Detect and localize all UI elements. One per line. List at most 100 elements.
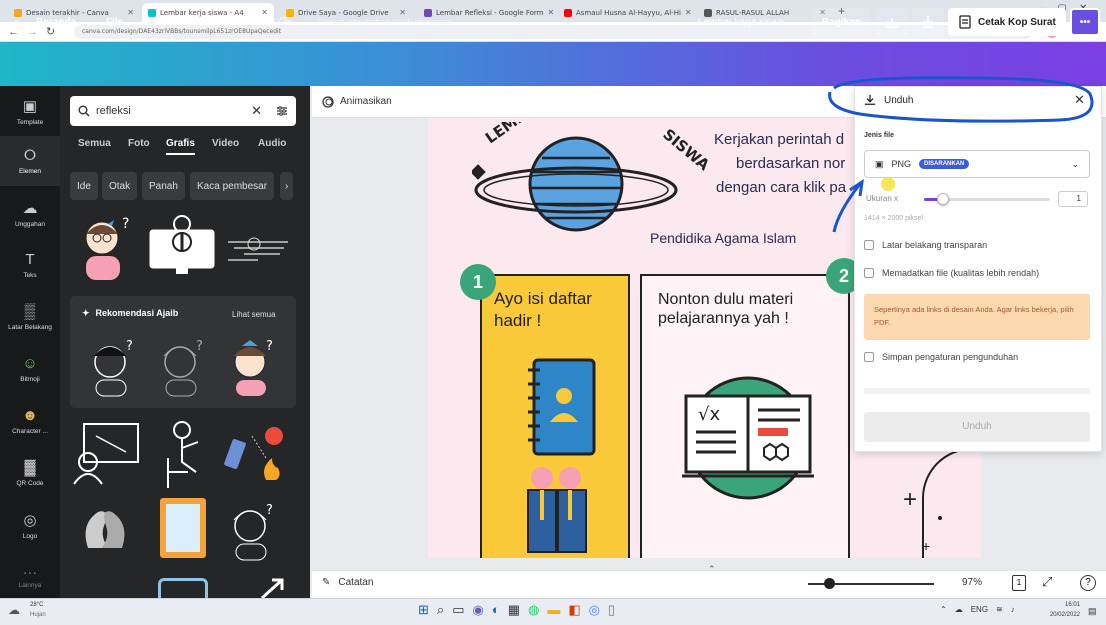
search-input[interactable]: refleksi ✕ bbox=[70, 96, 296, 126]
whatsapp-icon[interactable]: ◍ bbox=[528, 602, 539, 618]
weather-icon[interactable]: ☁ bbox=[8, 603, 20, 617]
filter-icon[interactable] bbox=[276, 105, 288, 117]
checkbox[interactable] bbox=[864, 352, 874, 362]
graphic-girl-outline-3[interactable]: ? bbox=[226, 496, 280, 562]
browser-tab[interactable]: Asmaul Husna Al-Hayyu, Al-Hi ✕ bbox=[558, 3, 694, 22]
clock-date[interactable]: 20/02/2022 bbox=[1040, 612, 1080, 618]
resize-button[interactable]: Ubah ukuran bbox=[152, 0, 213, 44]
youtube-icon bbox=[564, 8, 572, 17]
rail-item-template[interactable]: ▣ Template bbox=[0, 86, 60, 136]
wifi-icon[interactable]: ≋ bbox=[996, 605, 1003, 614]
rail-item-more[interactable]: … Lainnya bbox=[0, 550, 60, 600]
zoom-level[interactable]: 97% bbox=[962, 577, 982, 588]
save-settings-option[interactable]: Simpan pengaturan pengunduhan bbox=[864, 352, 1018, 362]
edge-icon[interactable]: ◐ bbox=[492, 602, 500, 618]
tab-semua[interactable]: Semua bbox=[78, 138, 111, 149]
more-options-button[interactable]: ••• bbox=[1070, 8, 1100, 36]
graphic-frame-partial[interactable] bbox=[158, 578, 208, 598]
close-icon[interactable]: ✕ bbox=[127, 8, 134, 17]
chevron-right-icon[interactable]: › bbox=[280, 172, 294, 200]
notes-button[interactable]: ✎ Catatan bbox=[322, 577, 373, 588]
help-button[interactable]: ? bbox=[1080, 575, 1096, 591]
suggestion-chip[interactable]: Kaca pembesar bbox=[190, 172, 275, 200]
rail-item-character[interactable]: ☻ Character ... bbox=[0, 396, 60, 446]
see-all-link[interactable]: Lihat semua bbox=[232, 310, 276, 319]
tab-audio[interactable]: Audio bbox=[258, 138, 286, 149]
text-icon: T bbox=[25, 251, 35, 268]
clear-icon[interactable]: ✕ bbox=[251, 103, 262, 119]
office-icon[interactable]: ◧ bbox=[568, 602, 580, 618]
graphic-teacher-board[interactable] bbox=[70, 420, 142, 486]
subject-title: Pendidika Agama Islam bbox=[650, 230, 797, 246]
graphic-girl-outline[interactable]: ? bbox=[86, 332, 140, 398]
folder-icon[interactable]: ▬ bbox=[547, 602, 560, 618]
onedrive-icon[interactable]: ☁ bbox=[955, 605, 963, 614]
step-1-text: Ayo isi daftar hadir ! bbox=[494, 289, 592, 330]
share-button[interactable]: Bagikan bbox=[812, 8, 871, 36]
rail-item-background[interactable]: ▒ Latar Belakang bbox=[0, 292, 60, 342]
animate-button[interactable]: Animasikan bbox=[340, 96, 392, 107]
graphic-person-chair[interactable] bbox=[154, 418, 212, 490]
fullscreen-icon[interactable]: ⤢ bbox=[1042, 574, 1052, 590]
design-page[interactable]: LEMB SISWA Kerjakan perintah d berdasark… bbox=[428, 118, 856, 558]
close-icon[interactable]: ✕ bbox=[547, 8, 554, 17]
file-menu-button[interactable]: File bbox=[106, 0, 123, 44]
volume-icon[interactable]: ♪ bbox=[1011, 605, 1015, 614]
chat-icon[interactable]: ◉ bbox=[472, 602, 483, 618]
tab-foto[interactable]: Foto bbox=[128, 138, 150, 149]
graphic-phone-fire[interactable] bbox=[222, 420, 292, 490]
search-icon[interactable]: ⌕ bbox=[437, 602, 444, 618]
zoom-slider-handle[interactable] bbox=[824, 578, 835, 589]
chevron-left-icon[interactable]: ‹ bbox=[14, 0, 17, 44]
download-button[interactable]: Unduh bbox=[864, 412, 1090, 442]
rail-item-teks[interactable]: T Teks bbox=[0, 240, 60, 290]
undo-icon[interactable]: ↶ bbox=[246, 0, 259, 44]
graphic-mirror[interactable] bbox=[156, 496, 210, 560]
download-icon[interactable] bbox=[912, 8, 944, 36]
print-button[interactable]: Cetak Kop Surat bbox=[948, 8, 1066, 36]
windows-start-icon[interactable]: ⊞ bbox=[418, 602, 429, 618]
rail-item-unggahan[interactable]: ☁ Unggahan bbox=[0, 188, 60, 238]
suggestion-chip[interactable]: Ide bbox=[70, 172, 98, 200]
clock-time[interactable]: 16:01 bbox=[1044, 602, 1080, 608]
graphic-girl-color[interactable]: ? bbox=[226, 332, 280, 398]
store-icon[interactable]: ▦ bbox=[508, 602, 520, 618]
document-title[interactable]: Lembar kerja siswa bbox=[698, 0, 784, 44]
language-indicator[interactable]: ENG bbox=[971, 605, 988, 614]
redo-icon[interactable]: ↷ bbox=[278, 0, 291, 44]
weather-temp[interactable]: 28°C bbox=[30, 602, 43, 608]
graphic-girl-outline-2[interactable]: ? bbox=[156, 332, 210, 398]
rail-label: Character ... bbox=[12, 428, 48, 435]
suggestion-chip[interactable]: Panah bbox=[142, 172, 185, 200]
app-icon[interactable]: ▯ bbox=[608, 602, 615, 618]
close-icon[interactable]: ✕ bbox=[685, 8, 692, 17]
page-count-button[interactable]: 1 bbox=[1012, 575, 1026, 591]
task-view-icon[interactable]: ▭ bbox=[452, 602, 464, 618]
rail-item-bitmoji[interactable]: ☺ Bitmoji bbox=[0, 344, 60, 394]
home-button[interactable]: Beranda bbox=[36, 0, 76, 44]
graphic-lines[interactable] bbox=[224, 228, 294, 268]
rail-item-elemen[interactable]: ⭘ Elemen bbox=[0, 136, 60, 186]
step-2-badge: 2 bbox=[826, 258, 856, 294]
compress-option[interactable]: Memadatkan file (kualitas lebih rendah) bbox=[864, 268, 1039, 278]
notification-icon[interactable]: ▤ bbox=[1088, 606, 1097, 617]
chevron-up-icon[interactable]: ⌃ bbox=[708, 564, 716, 575]
tab-grafis[interactable]: Grafis bbox=[166, 138, 195, 155]
rail-item-logo[interactable]: ◎ Logo bbox=[0, 500, 60, 550]
graphic-heads[interactable] bbox=[80, 502, 130, 556]
elements-icon: ⭘ bbox=[23, 147, 36, 164]
template-icon: ▣ bbox=[22, 97, 38, 115]
graphic-thinking-girl[interactable]: ? bbox=[78, 210, 132, 284]
rail-item-qrcode[interactable]: ▓ QR Code bbox=[0, 448, 60, 498]
suggestion-chip[interactable]: Otak bbox=[102, 172, 138, 200]
checkbox[interactable] bbox=[864, 268, 874, 278]
step-1-badge: 1 bbox=[460, 264, 496, 300]
graphic-monitor-bulb[interactable] bbox=[148, 214, 216, 278]
arrow-icon[interactable] bbox=[258, 578, 290, 600]
chevron-up-icon[interactable]: ⌃ bbox=[940, 605, 947, 614]
analytics-icon[interactable] bbox=[876, 8, 908, 36]
tab-video[interactable]: Video bbox=[212, 138, 239, 149]
close-icon[interactable]: ✕ bbox=[261, 8, 268, 17]
chrome-icon[interactable]: ◎ bbox=[589, 602, 600, 618]
search-value: refleksi bbox=[96, 105, 131, 117]
